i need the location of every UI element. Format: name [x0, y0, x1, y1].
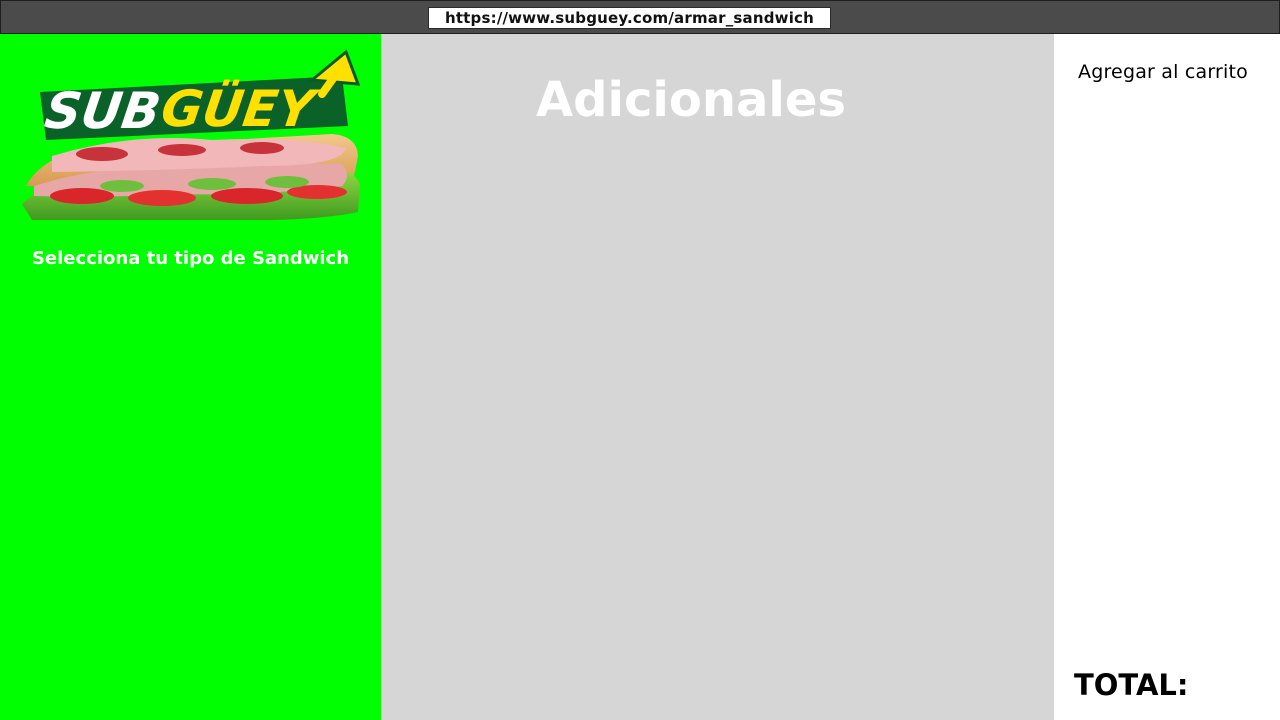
subguey-logo[interactable]: SUB GÜEY [12, 36, 362, 220]
page-title: Adicionales [536, 72, 846, 128]
url-bar[interactable]: https://www.subguey.com/armar_sandwich [428, 7, 831, 29]
logo-wordmark: SUB GÜEY [40, 76, 348, 140]
sandwich-image [22, 134, 360, 220]
browser-toolbar: https://www.subguey.com/armar_sandwich [0, 0, 1280, 34]
sandwich-type-prompt: Selecciona tu tipo de Sandwich [31, 248, 350, 269]
svg-text:GÜEY: GÜEY [158, 79, 323, 138]
svg-text:SUB: SUB [41, 81, 164, 140]
add-to-cart-button[interactable]: Agregar al carrito [1078, 58, 1274, 86]
sidebar: SUB GÜEY Selecciona tu tipo de Sandwich [0, 34, 381, 720]
cart-panel: Agregar al carrito TOTAL: [1054, 34, 1280, 720]
total-label: TOTAL: [1074, 668, 1189, 702]
additionals-panel: Adicionales [381, 34, 1054, 720]
